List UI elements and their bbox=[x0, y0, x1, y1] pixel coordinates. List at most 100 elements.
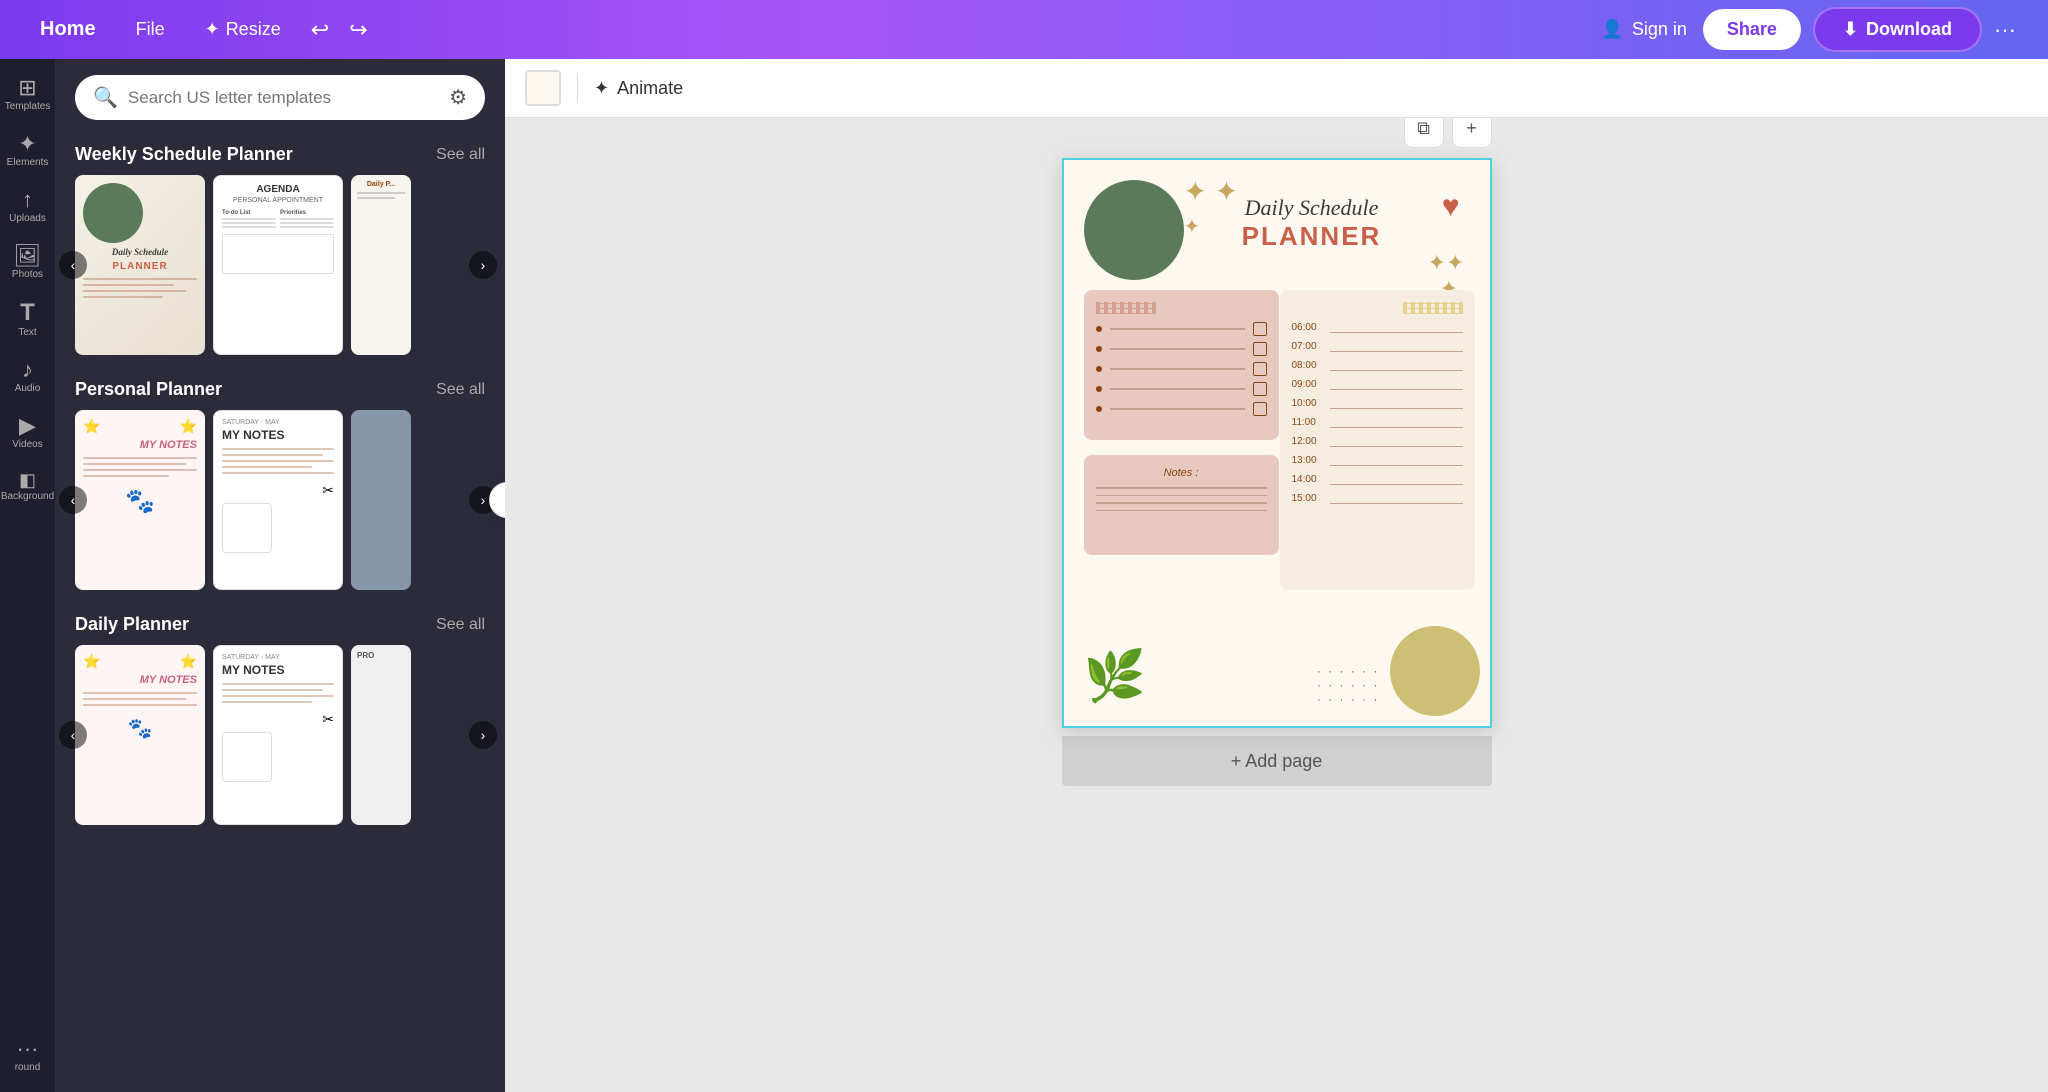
sidebar-item-videos[interactable]: ▶ Videos bbox=[3, 407, 53, 459]
schedule-line bbox=[1330, 408, 1463, 410]
planner-document[interactable]: ✦ ✦✦ ♥ ✦✦✦ Daily Schedule PLANNER bbox=[1062, 158, 1492, 728]
todo-bullet bbox=[1096, 326, 1102, 332]
schedule-time-1100: 11:00 bbox=[1292, 417, 1324, 428]
schedule-line bbox=[1330, 427, 1463, 429]
canvas-actions: ⧉ + bbox=[1404, 118, 1492, 148]
undo-button[interactable]: ↩ bbox=[301, 9, 339, 51]
schedule-time-1300: 13:00 bbox=[1292, 455, 1324, 466]
schedule-item-1000: 10:00 bbox=[1292, 398, 1463, 409]
todo-checkbox[interactable] bbox=[1253, 382, 1267, 396]
toolbar-divider-1 bbox=[577, 73, 578, 103]
canvas-container: ⧉ + ✦ ✦✦ ♥ ✦✦✦ Daily Schedule bbox=[1062, 158, 1492, 786]
canvas-scroll[interactable]: ⧉ + ✦ ✦✦ ♥ ✦✦✦ Daily Schedule bbox=[505, 118, 2048, 1092]
weekly-section-title: Weekly Schedule Planner bbox=[75, 144, 293, 165]
nav-home-button[interactable]: Home bbox=[20, 10, 116, 49]
daily-see-all[interactable]: See all bbox=[436, 616, 485, 634]
filter-icon[interactable]: ⚙ bbox=[449, 85, 467, 110]
nav-file-button[interactable]: File bbox=[116, 11, 185, 48]
schedule-line bbox=[1330, 465, 1463, 467]
sidebar-item-templates[interactable]: ⊞ Templates bbox=[3, 69, 53, 121]
uploads-icon: ↑ bbox=[22, 189, 33, 211]
personal-section-header: Personal Planner See all bbox=[55, 371, 505, 410]
schedule-time-1000: 10:00 bbox=[1292, 398, 1324, 409]
schedule-grid-decoration bbox=[1403, 302, 1463, 314]
download-button[interactable]: ⬇ Download bbox=[1813, 7, 1982, 52]
weekly-prev-arrow[interactable]: ‹ bbox=[59, 251, 87, 279]
schedule-line bbox=[1330, 332, 1463, 334]
daily-section-title: Daily Planner bbox=[75, 614, 189, 635]
weekly-cards: Daily Schedule PLANNER AGENDA PERSONAL A… bbox=[55, 175, 505, 355]
todo-checkbox[interactable] bbox=[1253, 322, 1267, 336]
sidebar-item-elements[interactable]: ✦ Elements bbox=[3, 125, 53, 177]
todo-line bbox=[1110, 368, 1245, 370]
search-input[interactable] bbox=[128, 88, 439, 108]
search-bar: 🔍 ⚙ bbox=[75, 75, 485, 120]
schedule-item-0900: 09:00 bbox=[1292, 379, 1463, 390]
deco-gold-circle bbox=[1390, 626, 1480, 716]
sidebar-item-audio[interactable]: ♪ Audio bbox=[3, 351, 53, 403]
sidebar-item-uploads[interactable]: ↑ Uploads bbox=[3, 181, 53, 233]
user-icon: 👤 bbox=[1601, 19, 1623, 40]
deco-leaf: 🌿 bbox=[1084, 647, 1146, 706]
nav-resize-button[interactable]: ✦ Resize bbox=[185, 11, 301, 48]
daily-next-arrow[interactable]: › bbox=[469, 721, 497, 749]
sidebar-item-round[interactable]: ··· round bbox=[3, 1030, 53, 1082]
share-button[interactable]: Share bbox=[1703, 9, 1801, 50]
schedule-item-1400: 14:00 bbox=[1292, 474, 1463, 485]
todo-line bbox=[1110, 388, 1245, 390]
daily-prev-arrow[interactable]: ‹ bbox=[59, 721, 87, 749]
personal-prev-arrow[interactable]: ‹ bbox=[59, 486, 87, 514]
schedule-line bbox=[1330, 446, 1463, 448]
search-bar-container: 🔍 ⚙ bbox=[55, 59, 505, 136]
schedule-time-1400: 14:00 bbox=[1292, 474, 1324, 485]
todo-checkbox[interactable] bbox=[1253, 342, 1267, 356]
schedule-item-1300: 13:00 bbox=[1292, 455, 1463, 466]
add-page-inline-button[interactable]: + bbox=[1452, 118, 1492, 148]
personal-cards: ⭐ ⭐ MY NOTES 🐾 SATURDAY - MAY bbox=[55, 410, 505, 590]
notes-line-4 bbox=[1096, 510, 1267, 512]
sign-in-button[interactable]: 👤 Sign in bbox=[1585, 11, 1702, 48]
search-icon: 🔍 bbox=[93, 85, 118, 110]
sidebar-item-background[interactable]: ◧ Background bbox=[3, 463, 53, 511]
template-card-daily-1[interactable]: ⭐ ⭐ MY NOTES 🐾 bbox=[75, 645, 205, 825]
personal-see-all[interactable]: See all bbox=[436, 381, 485, 399]
schedule-time-0600: 06:00 bbox=[1292, 322, 1324, 333]
personal-template-row: ⭐ ⭐ MY NOTES 🐾 SATURDAY - MAY bbox=[55, 410, 505, 590]
sidebar-item-text[interactable]: T Text bbox=[3, 293, 53, 347]
schedule-time-0900: 09:00 bbox=[1292, 379, 1324, 390]
todo-bullet bbox=[1096, 406, 1102, 412]
icon-bar: ⊞ Templates ✦ Elements ↑ Uploads 🖼 Photo… bbox=[0, 59, 55, 1092]
planner-title-area: Daily Schedule PLANNER bbox=[1194, 195, 1430, 252]
weekly-next-arrow[interactable]: › bbox=[469, 251, 497, 279]
schedule-line bbox=[1330, 351, 1463, 353]
canvas-toolbar: ✦ Animate 🖌 🔒 ⬚ bbox=[505, 59, 2048, 118]
todo-item-1 bbox=[1096, 322, 1267, 336]
weekly-see-all[interactable]: See all bbox=[436, 146, 485, 164]
sidebar-item-photos[interactable]: 🖼 Photos bbox=[3, 237, 53, 289]
template-card-my-notes-1[interactable]: ⭐ ⭐ MY NOTES 🐾 bbox=[75, 410, 205, 590]
animate-button[interactable]: ✦ Animate bbox=[594, 78, 683, 99]
daily-cards: ⭐ ⭐ MY NOTES 🐾 SATURDAY - MAY MY NOT bbox=[55, 645, 505, 825]
duplicate-page-button[interactable]: ⧉ bbox=[1404, 118, 1444, 148]
template-card-my-notes-2[interactable]: SATURDAY - MAY MY NOTES ✂ bbox=[213, 410, 343, 590]
todo-item-3 bbox=[1096, 362, 1267, 376]
template-card-partial-personal[interactable] bbox=[351, 410, 411, 590]
planner-main-title: PLANNER bbox=[1194, 221, 1430, 252]
more-options-button[interactable]: ··· bbox=[1982, 9, 2028, 51]
redo-button[interactable]: ↪ bbox=[339, 9, 377, 51]
todo-item-5 bbox=[1096, 402, 1267, 416]
todo-checkbox[interactable] bbox=[1253, 362, 1267, 376]
add-page-button[interactable]: + Add page bbox=[1062, 736, 1492, 786]
main-content: ⊞ Templates ✦ Elements ↑ Uploads 🖼 Photo… bbox=[0, 59, 2048, 1092]
template-card-daily-2[interactable]: SATURDAY - MAY MY NOTES ✂ bbox=[213, 645, 343, 825]
todo-checkbox[interactable] bbox=[1253, 402, 1267, 416]
schedule-item-0600: 06:00 bbox=[1292, 322, 1463, 333]
template-card-agenda[interactable]: AGENDA PERSONAL APPOINTMENT To-do List P… bbox=[213, 175, 343, 355]
color-swatch[interactable] bbox=[525, 70, 561, 106]
template-card-partial-3[interactable]: Daily P... bbox=[351, 175, 411, 355]
notes-label: Notes : bbox=[1096, 467, 1267, 479]
template-card-daily-schedule[interactable]: Daily Schedule PLANNER bbox=[75, 175, 205, 355]
template-card-daily-partial[interactable]: PRO bbox=[351, 645, 411, 825]
notes-line-2 bbox=[1096, 495, 1267, 497]
deco-green-circle bbox=[1084, 180, 1184, 280]
